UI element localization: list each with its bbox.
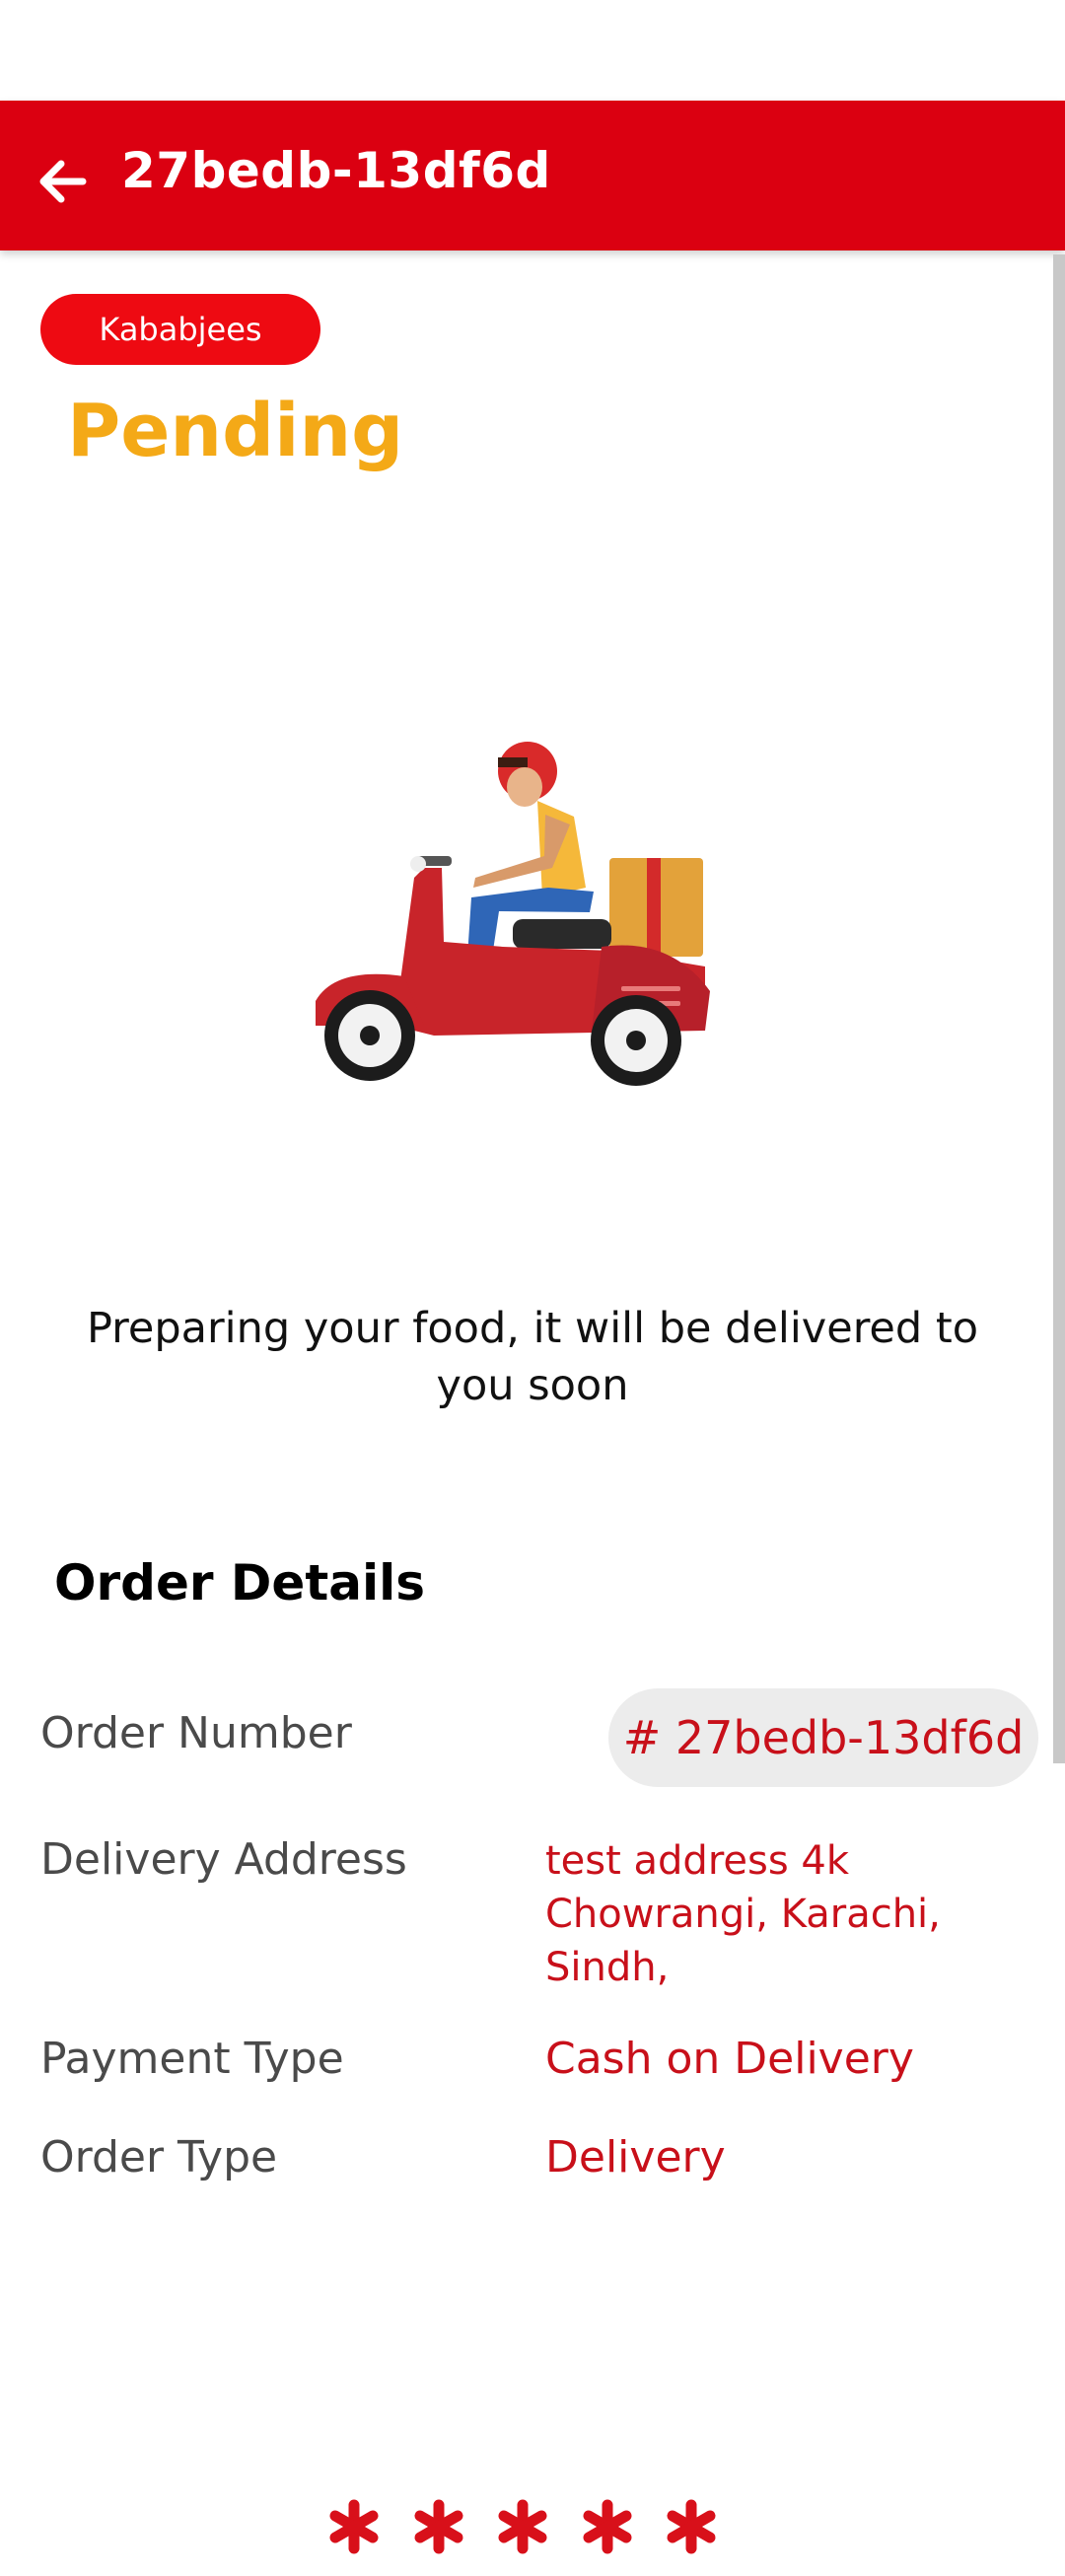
status-message: Preparing your food, it will be delivere… [86, 1304, 979, 1410]
order-number-value[interactable]: # 27bedb-13df6d [608, 1688, 1038, 1787]
delivery-address-label: Delivery Address [40, 1834, 407, 1885]
asterisk-star-icon[interactable] [410, 2498, 467, 2555]
rating-stars[interactable] [325, 2477, 720, 2576]
asterisk-star-icon[interactable] [494, 2498, 551, 2555]
delivery-address-value: test address 4k Chowrangi, Karachi, Sind… [545, 1838, 941, 1990]
order-status-label: Pending [67, 389, 404, 473]
order-number-label: Order Number [40, 1708, 352, 1758]
order-type-label: Order Type [40, 2132, 278, 2182]
status-bar [0, 0, 1065, 101]
asterisk-star-icon[interactable] [325, 2498, 383, 2555]
asterisk-star-icon[interactable] [579, 2498, 636, 2555]
order-details-title: Order Details [54, 1554, 426, 1611]
payment-type-value: Cash on Delivery [545, 2034, 914, 2084]
order-id-title: 27bedb-13df6d [121, 142, 551, 199]
restaurant-chip[interactable]: Kababjees [40, 294, 320, 365]
order-status-content: Kababjees Pending Preparing your food, i… [0, 250, 1053, 2554]
order-type-value: Delivery [545, 2132, 726, 2182]
arrow-left-icon [39, 160, 87, 203]
back-button[interactable] [28, 146, 99, 217]
delivery-scooter-illustration [316, 742, 710, 1086]
payment-type-label: Payment Type [40, 2034, 344, 2084]
app-bar: 27bedb-13df6d [0, 101, 1065, 250]
scrollbar[interactable] [1053, 254, 1065, 1763]
asterisk-star-icon[interactable] [663, 2498, 720, 2555]
